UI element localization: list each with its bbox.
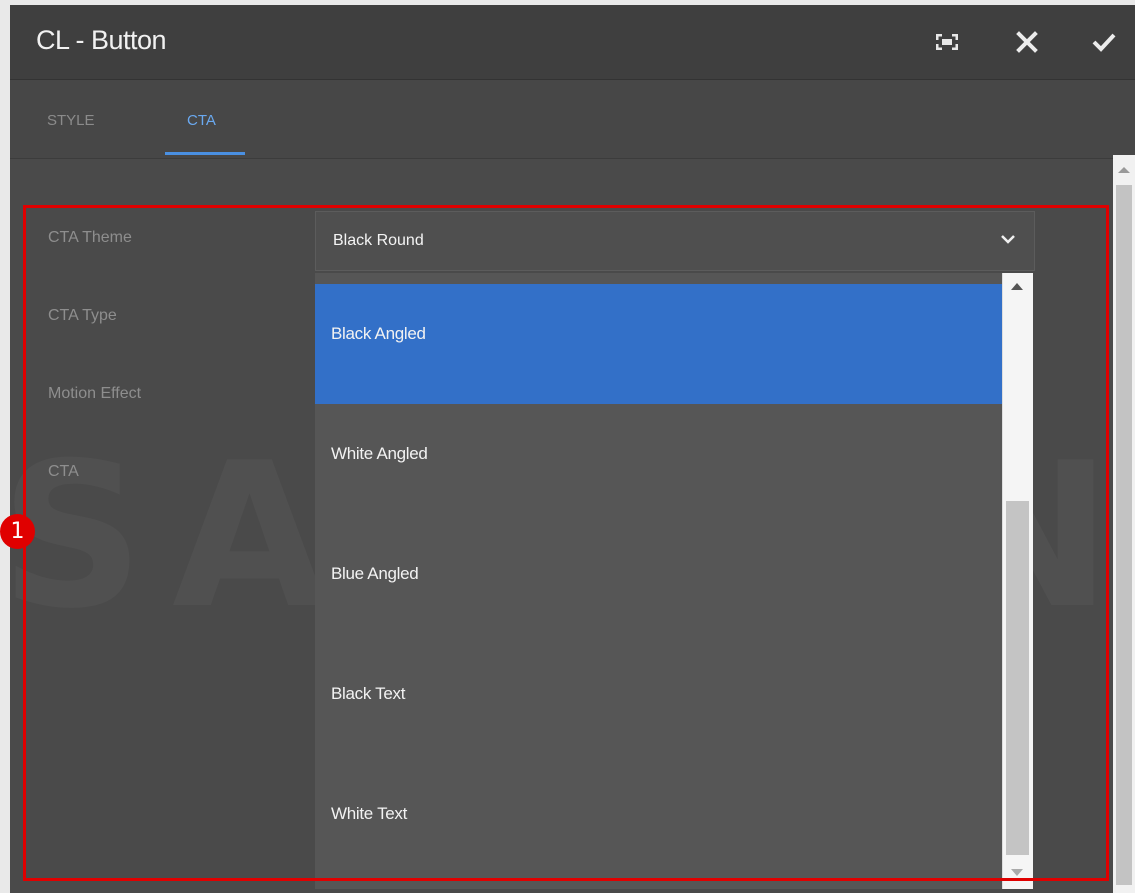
cta-theme-value: Black Round [333,232,424,249]
dropdown-scrollbar[interactable] [1002,273,1033,889]
fullscreen-icon [936,34,958,50]
cta-theme-dropdown: Black Angled White Angled Blue Angled Bl… [315,273,1033,889]
cta-type-label: CTA Type [48,307,117,324]
scroll-up-arrow-icon[interactable] [1011,283,1023,290]
page-scrollbar[interactable] [1113,155,1135,893]
done-button[interactable] [1087,25,1121,59]
scroll-up-arrow-icon[interactable] [1118,167,1130,173]
tab-bar: STYLE CTA [10,80,1135,159]
option-white-angled[interactable]: White Angled [315,404,1003,524]
dialog-header: CL - Button [10,5,1135,80]
close-button[interactable] [1010,25,1044,59]
option-label: Black Text [331,684,406,703]
page-scroll-thumb[interactable] [1116,185,1132,885]
dialog: CL - Button STYLE CTA SAMSUNG CTA Theme … [10,5,1135,893]
fullscreen-button[interactable] [930,25,964,59]
cta-label: CTA [48,463,79,480]
option-black-text[interactable]: Black Text [315,644,1003,764]
option-label: Blue Angled [331,564,419,583]
cta-theme-label: CTA Theme [48,229,132,246]
annotation-marker: 1 [0,514,35,549]
chevron-down-icon [1000,232,1016,250]
option-white-text[interactable]: White Text [315,764,1003,884]
checkmark-icon [1092,33,1116,52]
option-label: Black Angled [331,324,426,343]
motion-effect-label: Motion Effect [48,385,142,402]
tab-style[interactable]: STYLE [47,112,95,129]
dropdown-scroll-thumb[interactable] [1006,501,1029,855]
option-label: White Text [331,804,408,823]
scroll-down-arrow-icon[interactable] [1011,869,1023,876]
option-label: White Angled [331,444,428,463]
option-black-angled[interactable]: Black Angled [315,284,1003,404]
active-tab-indicator [165,152,245,155]
tab-cta[interactable]: CTA [187,112,216,129]
cta-theme-select[interactable]: Black Round [315,211,1035,271]
option-blue-angled[interactable]: Blue Angled [315,524,1003,644]
close-icon [1016,31,1038,53]
dialog-title: CL - Button [36,25,167,55]
